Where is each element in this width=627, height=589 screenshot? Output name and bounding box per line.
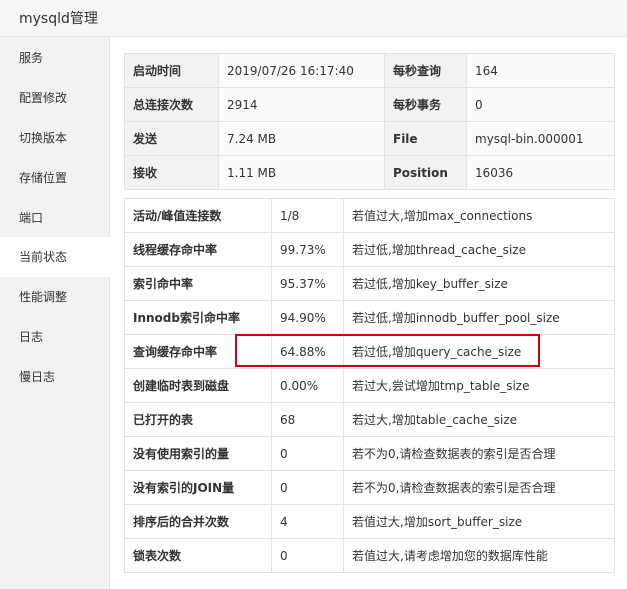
metric-value: 94.90%: [271, 300, 344, 335]
summary-table: 启动时间 2019/07/26 16:17:40 每秒查询 164 总连接次数 …: [124, 53, 615, 190]
summary-value: 2019/07/26 16:17:40: [218, 53, 385, 88]
metric-name: 已打开的表: [124, 402, 272, 437]
summary-label: 发送: [124, 121, 219, 156]
summary-label: Position: [384, 155, 467, 190]
summary-label: 总连接次数: [124, 87, 219, 122]
metric-advice: 若过大,尝试增加tmp_table_size: [343, 368, 615, 403]
metric-name: 线程缓存命中率: [124, 232, 272, 267]
metric-name: 没有索引的JOIN量: [124, 470, 272, 505]
sidebar-item-switch-version[interactable]: 切换版本: [0, 118, 110, 158]
metric-advice: 若值过大,增加sort_buffer_size: [343, 504, 615, 539]
metric-value: 64.88%: [271, 334, 344, 369]
sidebar-item-storage[interactable]: 存储位置: [0, 158, 110, 198]
metric-advice: 若过低,增加innodb_buffer_pool_size: [343, 300, 615, 335]
summary-value: 2914: [218, 87, 385, 122]
table-row: 锁表次数 0 若值过大,请考虑增加您的数据库性能: [124, 538, 615, 573]
summary-value: 7.24 MB: [218, 121, 385, 156]
summary-value: 0: [466, 87, 615, 122]
sidebar: 服务 配置修改 切换版本 存储位置 端口 当前状态 性能调整 日志 慢日志: [0, 37, 111, 589]
table-row: 活动/峰值连接数 1/8 若值过大,增加max_connections: [124, 198, 615, 233]
title-bar: mysqld管理: [0, 0, 627, 37]
table-row: 创建临时表到磁盘 0.00% 若过大,尝试增加tmp_table_size: [124, 368, 615, 403]
metric-name: 活动/峰值连接数: [124, 198, 272, 233]
metric-value: 1/8: [271, 198, 344, 233]
table-row: 排序后的合并次数 4 若值过大,增加sort_buffer_size: [124, 504, 615, 539]
metrics-table: 活动/峰值连接数 1/8 若值过大,增加max_connections 线程缓存…: [124, 198, 615, 573]
metric-value: 68: [271, 402, 344, 437]
summary-value: 1.11 MB: [218, 155, 385, 190]
summary-value: 16036: [466, 155, 615, 190]
sidebar-item-slow-log[interactable]: 慢日志: [0, 357, 110, 397]
table-row: 启动时间 2019/07/26 16:17:40 每秒查询 164: [124, 53, 615, 88]
metric-name: 没有使用索引的量: [124, 436, 272, 471]
summary-value: 164: [466, 53, 615, 88]
metric-value: 0: [271, 470, 344, 505]
table-row: 没有使用索引的量 0 若不为0,请检查数据表的索引是否合理: [124, 436, 615, 471]
table-row: 索引命中率 95.37% 若过低,增加key_buffer_size: [124, 266, 615, 301]
summary-label: 每秒查询: [384, 53, 467, 88]
metric-value: 0: [271, 436, 344, 471]
metric-advice: 若值过大,增加max_connections: [343, 198, 615, 233]
summary-value: mysql-bin.000001: [466, 121, 615, 156]
table-row: 接收 1.11 MB Position 16036: [124, 155, 615, 190]
main-panel: 启动时间 2019/07/26 16:17:40 每秒查询 164 总连接次数 …: [110, 37, 627, 589]
metric-advice: 若不为0,请检查数据表的索引是否合理: [343, 470, 615, 505]
sidebar-item-port[interactable]: 端口: [0, 198, 110, 238]
summary-label: File: [384, 121, 467, 156]
sidebar-item-service[interactable]: 服务: [0, 38, 110, 78]
sidebar-item-performance[interactable]: 性能调整: [0, 277, 110, 317]
metric-name: Innodb索引命中率: [124, 300, 272, 335]
summary-label: 每秒事务: [384, 87, 467, 122]
table-row: 已打开的表 68 若过大,增加table_cache_size: [124, 402, 615, 437]
metric-name: 锁表次数: [124, 538, 272, 573]
summary-label: 启动时间: [124, 53, 219, 88]
window-title: mysqld管理: [19, 11, 98, 27]
metric-name: 创建临时表到磁盘: [124, 368, 272, 403]
sidebar-item-status[interactable]: 当前状态: [0, 237, 111, 277]
metric-advice: 若不为0,请检查数据表的索引是否合理: [343, 436, 615, 471]
table-row: 总连接次数 2914 每秒事务 0: [124, 87, 615, 122]
metric-name: 索引命中率: [124, 266, 272, 301]
metric-value: 99.73%: [271, 232, 344, 267]
metric-advice: 若值过大,请考虑增加您的数据库性能: [343, 538, 615, 573]
metric-value: 0.00%: [271, 368, 344, 403]
table-row: 没有索引的JOIN量 0 若不为0,请检查数据表的索引是否合理: [124, 470, 615, 505]
metric-value: 0: [271, 538, 344, 573]
metric-advice: 若过低,增加query_cache_size: [343, 334, 615, 369]
table-row: 发送 7.24 MB File mysql-bin.000001: [124, 121, 615, 156]
table-row: 线程缓存命中率 99.73% 若过低,增加thread_cache_size: [124, 232, 615, 267]
metric-advice: 若过大,增加table_cache_size: [343, 402, 615, 437]
table-row: 查询缓存命中率 64.88% 若过低,增加query_cache_size: [124, 334, 615, 369]
metric-value: 95.37%: [271, 266, 344, 301]
sidebar-item-config[interactable]: 配置修改: [0, 78, 110, 118]
metric-advice: 若过低,增加key_buffer_size: [343, 266, 615, 301]
metric-name: 排序后的合并次数: [124, 504, 272, 539]
metric-advice: 若过低,增加thread_cache_size: [343, 232, 615, 267]
metric-name: 查询缓存命中率: [124, 334, 272, 369]
sidebar-item-log[interactable]: 日志: [0, 317, 110, 357]
metric-value: 4: [271, 504, 344, 539]
summary-label: 接收: [124, 155, 219, 190]
table-row: Innodb索引命中率 94.90% 若过低,增加innodb_buffer_p…: [124, 300, 615, 335]
